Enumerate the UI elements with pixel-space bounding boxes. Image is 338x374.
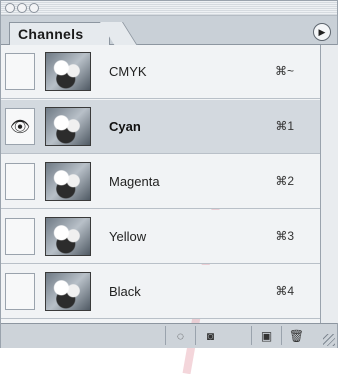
channel-row-cyan[interactable]: 👁 Cyan ⌘1 [1,100,320,154]
zoom-button[interactable] [29,3,39,13]
channel-row-magenta[interactable]: Magenta ⌘2 [1,155,320,209]
save-selection-icon: ◙ [206,328,215,343]
panel-menu-button[interactable]: ▶ [313,23,331,41]
channel-thumbnail [45,217,91,256]
channel-thumbnail [45,52,91,91]
channel-thumbnail [45,162,91,201]
channel-thumbnail [45,272,91,311]
tab-row: Channels ▶ [1,16,337,45]
visibility-toggle[interactable] [5,163,35,200]
resize-grip[interactable] [323,334,335,346]
minimize-button[interactable] [17,3,27,13]
close-button[interactable] [5,3,15,13]
channel-row-black[interactable]: Black ⌘4 [1,265,320,319]
channel-shortcut: ⌘~ [274,64,294,78]
channels-panel: Channels ▶ CMYK ⌘~ 👁 Cyan ⌘1 Magenta ⌘2 Yellow ⌘… [0,0,338,374]
tab-channels[interactable]: Channels [9,22,111,45]
channel-list: CMYK ⌘~ 👁 Cyan ⌘1 Magenta ⌘2 Yellow ⌘3 Black ⌘4 [1,45,320,374]
channel-row-yellow[interactable]: Yellow ⌘3 [1,210,320,264]
visibility-toggle[interactable] [5,218,35,255]
new-channel-button[interactable]: ▣ [251,326,281,345]
eye-icon: 👁 [9,118,31,136]
new-channel-icon: ▣ [260,328,273,343]
channel-shortcut: ⌘1 [275,119,294,133]
channel-name: Magenta [109,174,160,189]
channel-shortcut: ⌘4 [275,284,294,298]
trash-icon: 🗑 [288,328,305,343]
channel-shortcut: ⌘3 [275,229,294,243]
title-bar[interactable] [1,1,337,16]
bottom-toolbar: ◌ ◙ ▣ 🗑 [1,323,337,348]
visibility-toggle[interactable] [5,273,35,310]
trash-button[interactable]: 🗑 [281,326,311,345]
load-selection-icon: ◌ [176,328,185,343]
load-selection-button[interactable]: ◌ [165,326,195,345]
channel-thumbnail [45,107,91,146]
triangle-right-icon: ▶ [318,26,326,37]
channel-name: Yellow [109,229,147,244]
channel-name: Cyan [109,119,141,134]
scrollbar[interactable] [320,45,338,323]
save-selection-button[interactable]: ◙ [195,326,225,345]
visibility-toggle[interactable]: 👁 [5,108,35,145]
channel-name: CMYK [109,64,147,79]
channel-row-cmyk[interactable]: CMYK ⌘~ [1,45,320,99]
channel-name: Black [109,284,141,299]
channel-shortcut: ⌘2 [275,174,294,188]
visibility-toggle[interactable] [5,53,35,90]
